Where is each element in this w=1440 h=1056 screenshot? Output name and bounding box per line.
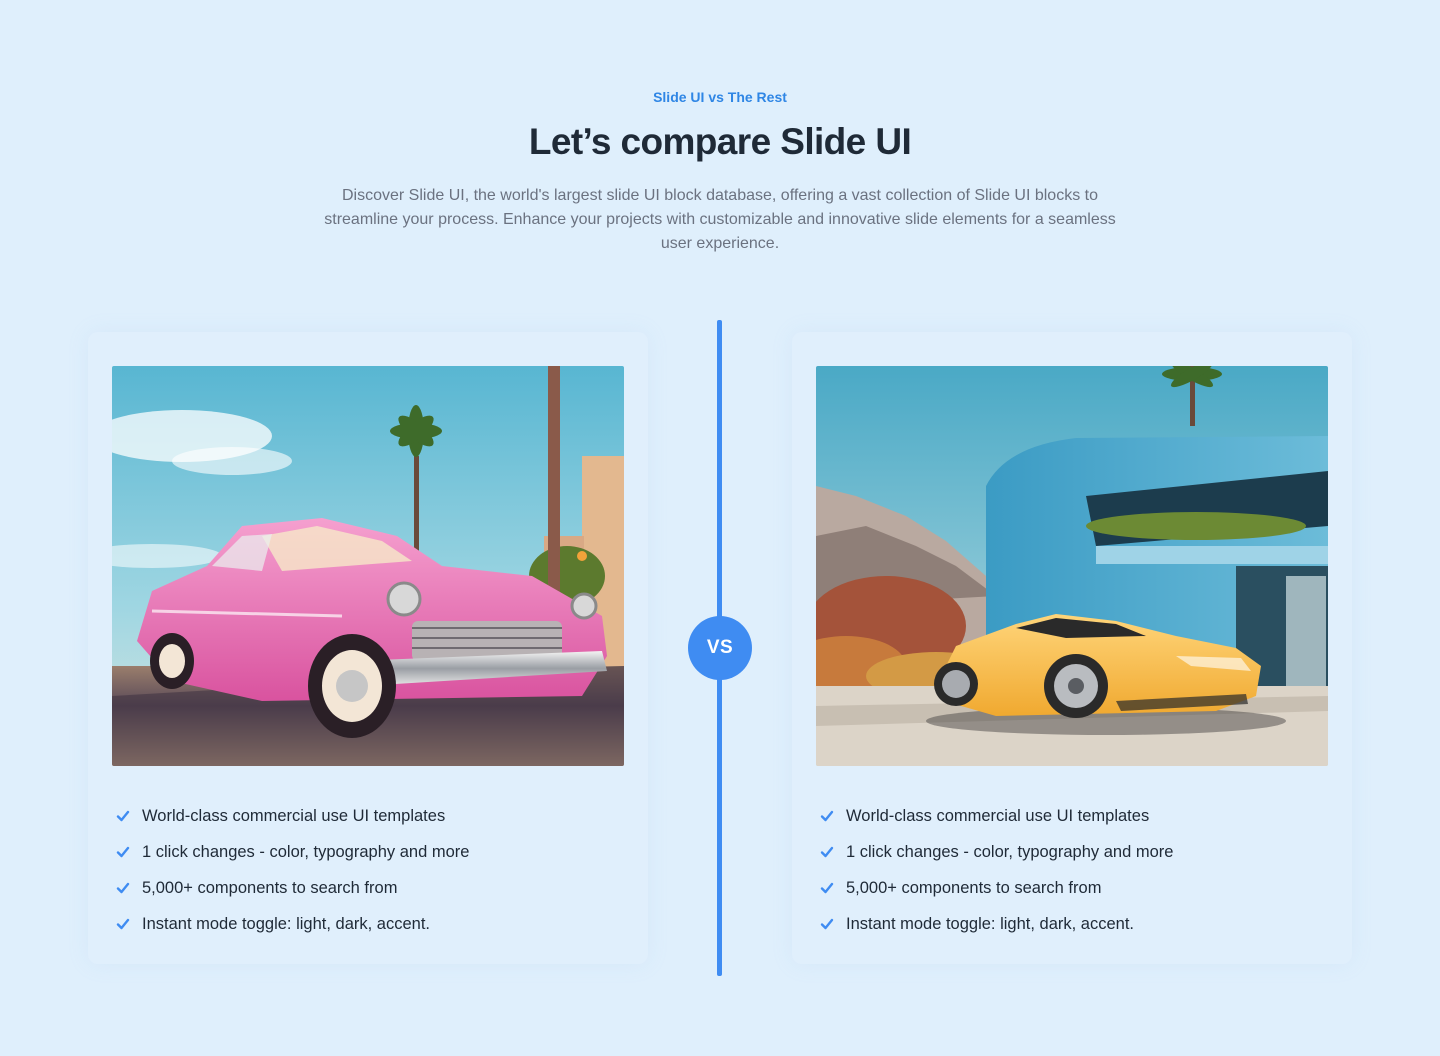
section-description: Discover Slide UI, the world's largest s…	[324, 187, 1116, 252]
checkmark-icon	[116, 917, 130, 931]
section-eyebrow: Slide UI vs The Rest	[653, 89, 787, 105]
pink-vintage-car-photo	[112, 366, 624, 766]
feature-text: 5,000+ components to search from	[142, 878, 398, 897]
checkmark-icon	[820, 809, 834, 823]
list-item: Instant mode toggle: light, dark, accent…	[820, 906, 1173, 942]
compare-section: Slide UI vs The Rest Let’s compare Slide…	[0, 0, 1440, 1056]
checkmark-icon	[116, 809, 130, 823]
checkmark-icon	[116, 845, 130, 859]
feature-text: World-class commercial use UI templates	[846, 806, 1150, 825]
feature-text: World-class commercial use UI templates	[142, 806, 446, 825]
checkmark-icon	[820, 845, 834, 859]
comparison-card-right: World-class commercial use UI templates …	[792, 332, 1352, 964]
list-item: World-class commercial use UI templates	[820, 798, 1173, 834]
yellow-sports-car-photo	[816, 366, 1328, 766]
feature-text: Instant mode toggle: light, dark, accent…	[142, 914, 431, 933]
feature-text: Instant mode toggle: light, dark, accent…	[846, 914, 1135, 933]
list-item: 5,000+ components to search from	[116, 870, 469, 906]
feature-list: World-class commercial use UI templates …	[116, 798, 469, 942]
section-title: Let’s compare Slide UI	[528, 121, 912, 162]
list-item: Instant mode toggle: light, dark, accent…	[116, 906, 469, 942]
checkmark-icon	[116, 881, 130, 895]
checkmark-icon	[820, 917, 834, 931]
feature-text: 1 click changes - color, typography and …	[142, 842, 470, 861]
feature-text: 1 click changes - color, typography and …	[846, 842, 1174, 861]
checkmark-icon	[820, 881, 834, 895]
list-item: 5,000+ components to search from	[820, 870, 1173, 906]
feature-list: World-class commercial use UI templates …	[820, 798, 1173, 942]
comparison-card-left: World-class commercial use UI templates …	[88, 332, 648, 964]
feature-text: 5,000+ components to search from	[846, 878, 1102, 897]
list-item: World-class commercial use UI templates	[116, 798, 469, 834]
list-item: 1 click changes - color, typography and …	[820, 834, 1173, 870]
vs-badge: VS	[688, 616, 752, 680]
list-item: 1 click changes - color, typography and …	[116, 834, 469, 870]
